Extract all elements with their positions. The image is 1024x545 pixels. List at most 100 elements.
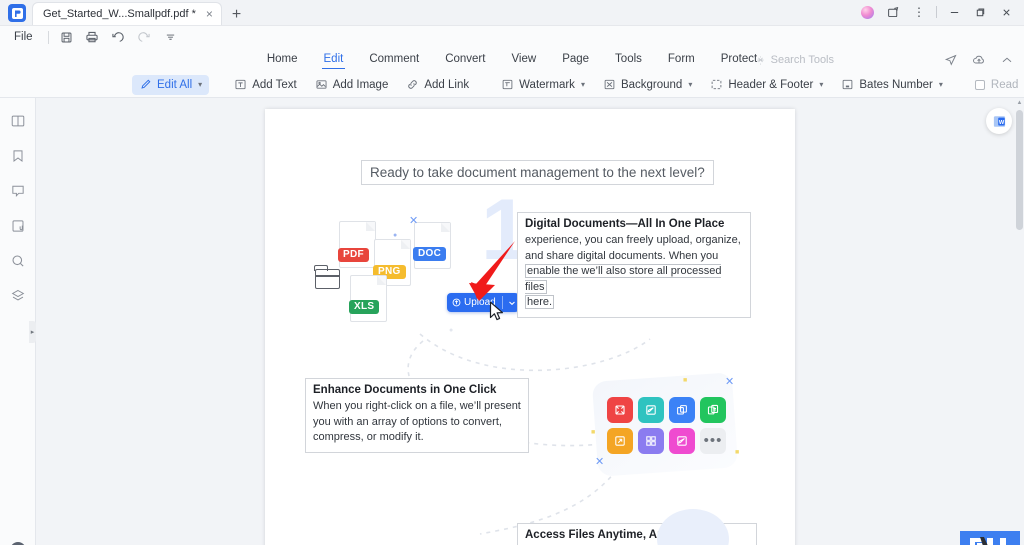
account-bubble-icon[interactable]: [855, 2, 879, 22]
export-action-icon[interactable]: [607, 428, 633, 454]
sidebar-item-layers[interactable]: [9, 287, 27, 305]
menu-tab-form[interactable]: Form: [668, 53, 695, 67]
document-viewer[interactable]: 1 Ready to take document management to t…: [36, 98, 1024, 545]
body-line: and share digital documents. When you: [525, 249, 719, 262]
text-block-enhance-documents[interactable]: Enhance Documents in One Click When you …: [305, 378, 529, 453]
vertical-scrollbar[interactable]: ▲ ▼: [1015, 98, 1024, 545]
collapse-ribbon-icon[interactable]: [1000, 53, 1014, 67]
search-icon: [757, 56, 764, 64]
close-button[interactable]: [994, 2, 1018, 22]
background-label: Background: [620, 78, 683, 91]
new-tab-button[interactable]: +: [232, 7, 241, 23]
menu-tab-edit[interactable]: Edit: [321, 53, 346, 69]
text-block-digital-documents[interactable]: Digital Documents—All In One Place exper…: [517, 212, 751, 319]
menu-tab-tools[interactable]: Tools: [615, 53, 642, 67]
cloud-upload-icon[interactable]: [972, 53, 986, 67]
crop-action-icon[interactable]: [607, 397, 633, 423]
customize-quick-access-icon[interactable]: [162, 29, 179, 46]
add-link-label: Add Link: [424, 78, 470, 91]
bates-number-icon: [841, 78, 854, 91]
ribbon-right-actions: [944, 53, 1014, 67]
copy-action-icon[interactable]: [669, 397, 695, 423]
mouse-cursor: [489, 301, 503, 321]
maximize-button[interactable]: [968, 2, 992, 22]
menu-tab-view[interactable]: View: [511, 53, 536, 67]
chevron-down-icon: ▾: [688, 80, 693, 89]
document-tab[interactable]: Get_Started_W...Smallpdf.pdf * ×: [32, 2, 222, 25]
menu-tab-convert[interactable]: Convert: [445, 53, 485, 67]
redo-icon[interactable]: [136, 29, 153, 46]
more-options-icon[interactable]: ⋮: [907, 2, 931, 22]
edit-action-icon[interactable]: [638, 397, 664, 423]
sidebar-item-attachments[interactable]: [9, 217, 27, 235]
header-footer-icon: [710, 78, 723, 91]
document-sheet: [350, 275, 387, 322]
convert-to-word-floating-button[interactable]: W: [986, 108, 1012, 134]
chevron-down-icon: ▾: [819, 80, 824, 89]
file-tag-pdf: PDF: [338, 248, 369, 262]
bates-number-button[interactable]: Bates Number ▾: [834, 75, 950, 95]
watermark-button[interactable]: Watermark ▾: [494, 75, 592, 95]
close-tab-icon[interactable]: ×: [204, 8, 215, 20]
more-action-icon[interactable]: •••: [700, 428, 726, 454]
undo-icon[interactable]: [110, 29, 127, 46]
menu-tab-comment[interactable]: Comment: [369, 53, 419, 67]
tab-title: Get_Started_W...Smallpdf.pdf *: [43, 8, 196, 20]
sidebar-item-comments[interactable]: [9, 182, 27, 200]
workspace: ▸ ? 1 Ready to take document management …: [0, 98, 1024, 545]
red-arrow-annotation: [469, 241, 515, 301]
text-block-access-files[interactable]: Access Files Anytime, Anywhere: [517, 523, 757, 545]
block-title: Access Files Anytime, Anywhere: [525, 529, 704, 541]
body-line: experience, you can freely upload, organ…: [525, 234, 741, 246]
send-icon[interactable]: [944, 53, 958, 67]
edit-toolbar: Edit All ▾ Add Text Add Image Add Link W…: [0, 72, 1024, 98]
block-body: When you right-click on a file, we’ll pr…: [313, 399, 521, 446]
sidebar-item-thumbnails[interactable]: [9, 112, 27, 130]
action-icon-grid: ••• ✕ ✕ ■ ■ ■: [591, 376, 739, 468]
bates-number-label: Bates Number: [859, 78, 933, 91]
search-tools-box[interactable]: Search Tools: [755, 54, 834, 66]
scroll-up-icon[interactable]: ▲: [1016, 100, 1023, 106]
pdf-editor-window: Get_Started_W...Smallpdf.pdf * × + ⋮ Fil…: [0, 0, 1024, 545]
body-line: you with an array of options to convert,: [313, 415, 502, 428]
edit-all-button[interactable]: Edit All ▾: [132, 74, 210, 95]
block-title: Enhance Documents in One Click: [313, 384, 497, 396]
sparkle-icon: ✕: [595, 456, 605, 468]
folder-icon: [314, 265, 340, 289]
add-image-button[interactable]: Add Image: [308, 75, 396, 95]
menu-tab-protect[interactable]: Protect: [721, 53, 757, 67]
add-link-button[interactable]: Add Link: [399, 75, 476, 95]
minimize-button[interactable]: [942, 2, 966, 22]
gadgets-to-use-watermark: GADGETS TO USE: [960, 531, 1020, 545]
background-button[interactable]: Background ▾: [596, 75, 699, 95]
menu-tab-page[interactable]: Page: [562, 53, 589, 67]
header-footer-button[interactable]: Header & Footer ▾: [703, 75, 830, 95]
duplicate-action-icon[interactable]: [700, 397, 726, 423]
read-mode-toggle[interactable]: Read: [968, 75, 1024, 95]
sidebar-item-bookmarks[interactable]: [9, 147, 27, 165]
document-heading[interactable]: Ready to take document management to the…: [361, 160, 714, 185]
sidebar-collapse-handle[interactable]: ▸: [29, 321, 36, 343]
svg-text:W: W: [998, 119, 1004, 125]
scrollbar-thumb[interactable]: [1016, 110, 1023, 230]
sidebar-item-search[interactable]: [9, 252, 27, 270]
add-text-button[interactable]: Add Text: [227, 75, 304, 95]
menu-tab-home[interactable]: Home: [267, 53, 298, 67]
share-icon[interactable]: [881, 2, 905, 22]
word-icon: W: [993, 115, 1005, 127]
header-footer-label: Header & Footer: [728, 78, 814, 91]
pdf-page[interactable]: 1 Ready to take document management to t…: [265, 109, 795, 545]
file-menu-button[interactable]: File: [8, 31, 39, 43]
save-icon[interactable]: [58, 29, 75, 46]
divider: [47, 30, 49, 44]
read-checkbox[interactable]: [974, 79, 985, 90]
sparkle-icon: ✕: [409, 215, 419, 227]
body-line: compress, or modify it.: [313, 431, 424, 444]
print-icon[interactable]: [84, 29, 101, 46]
annotate-action-icon[interactable]: [669, 428, 695, 454]
file-icons-cluster: PDF PNG DOC XLS ✕ ● ● Upload: [314, 215, 521, 342]
file-tag-doc: DOC: [413, 247, 447, 261]
background-icon: [603, 78, 616, 91]
chevron-down-icon: ▾: [938, 80, 943, 89]
grid-action-icon[interactable]: [638, 428, 664, 454]
